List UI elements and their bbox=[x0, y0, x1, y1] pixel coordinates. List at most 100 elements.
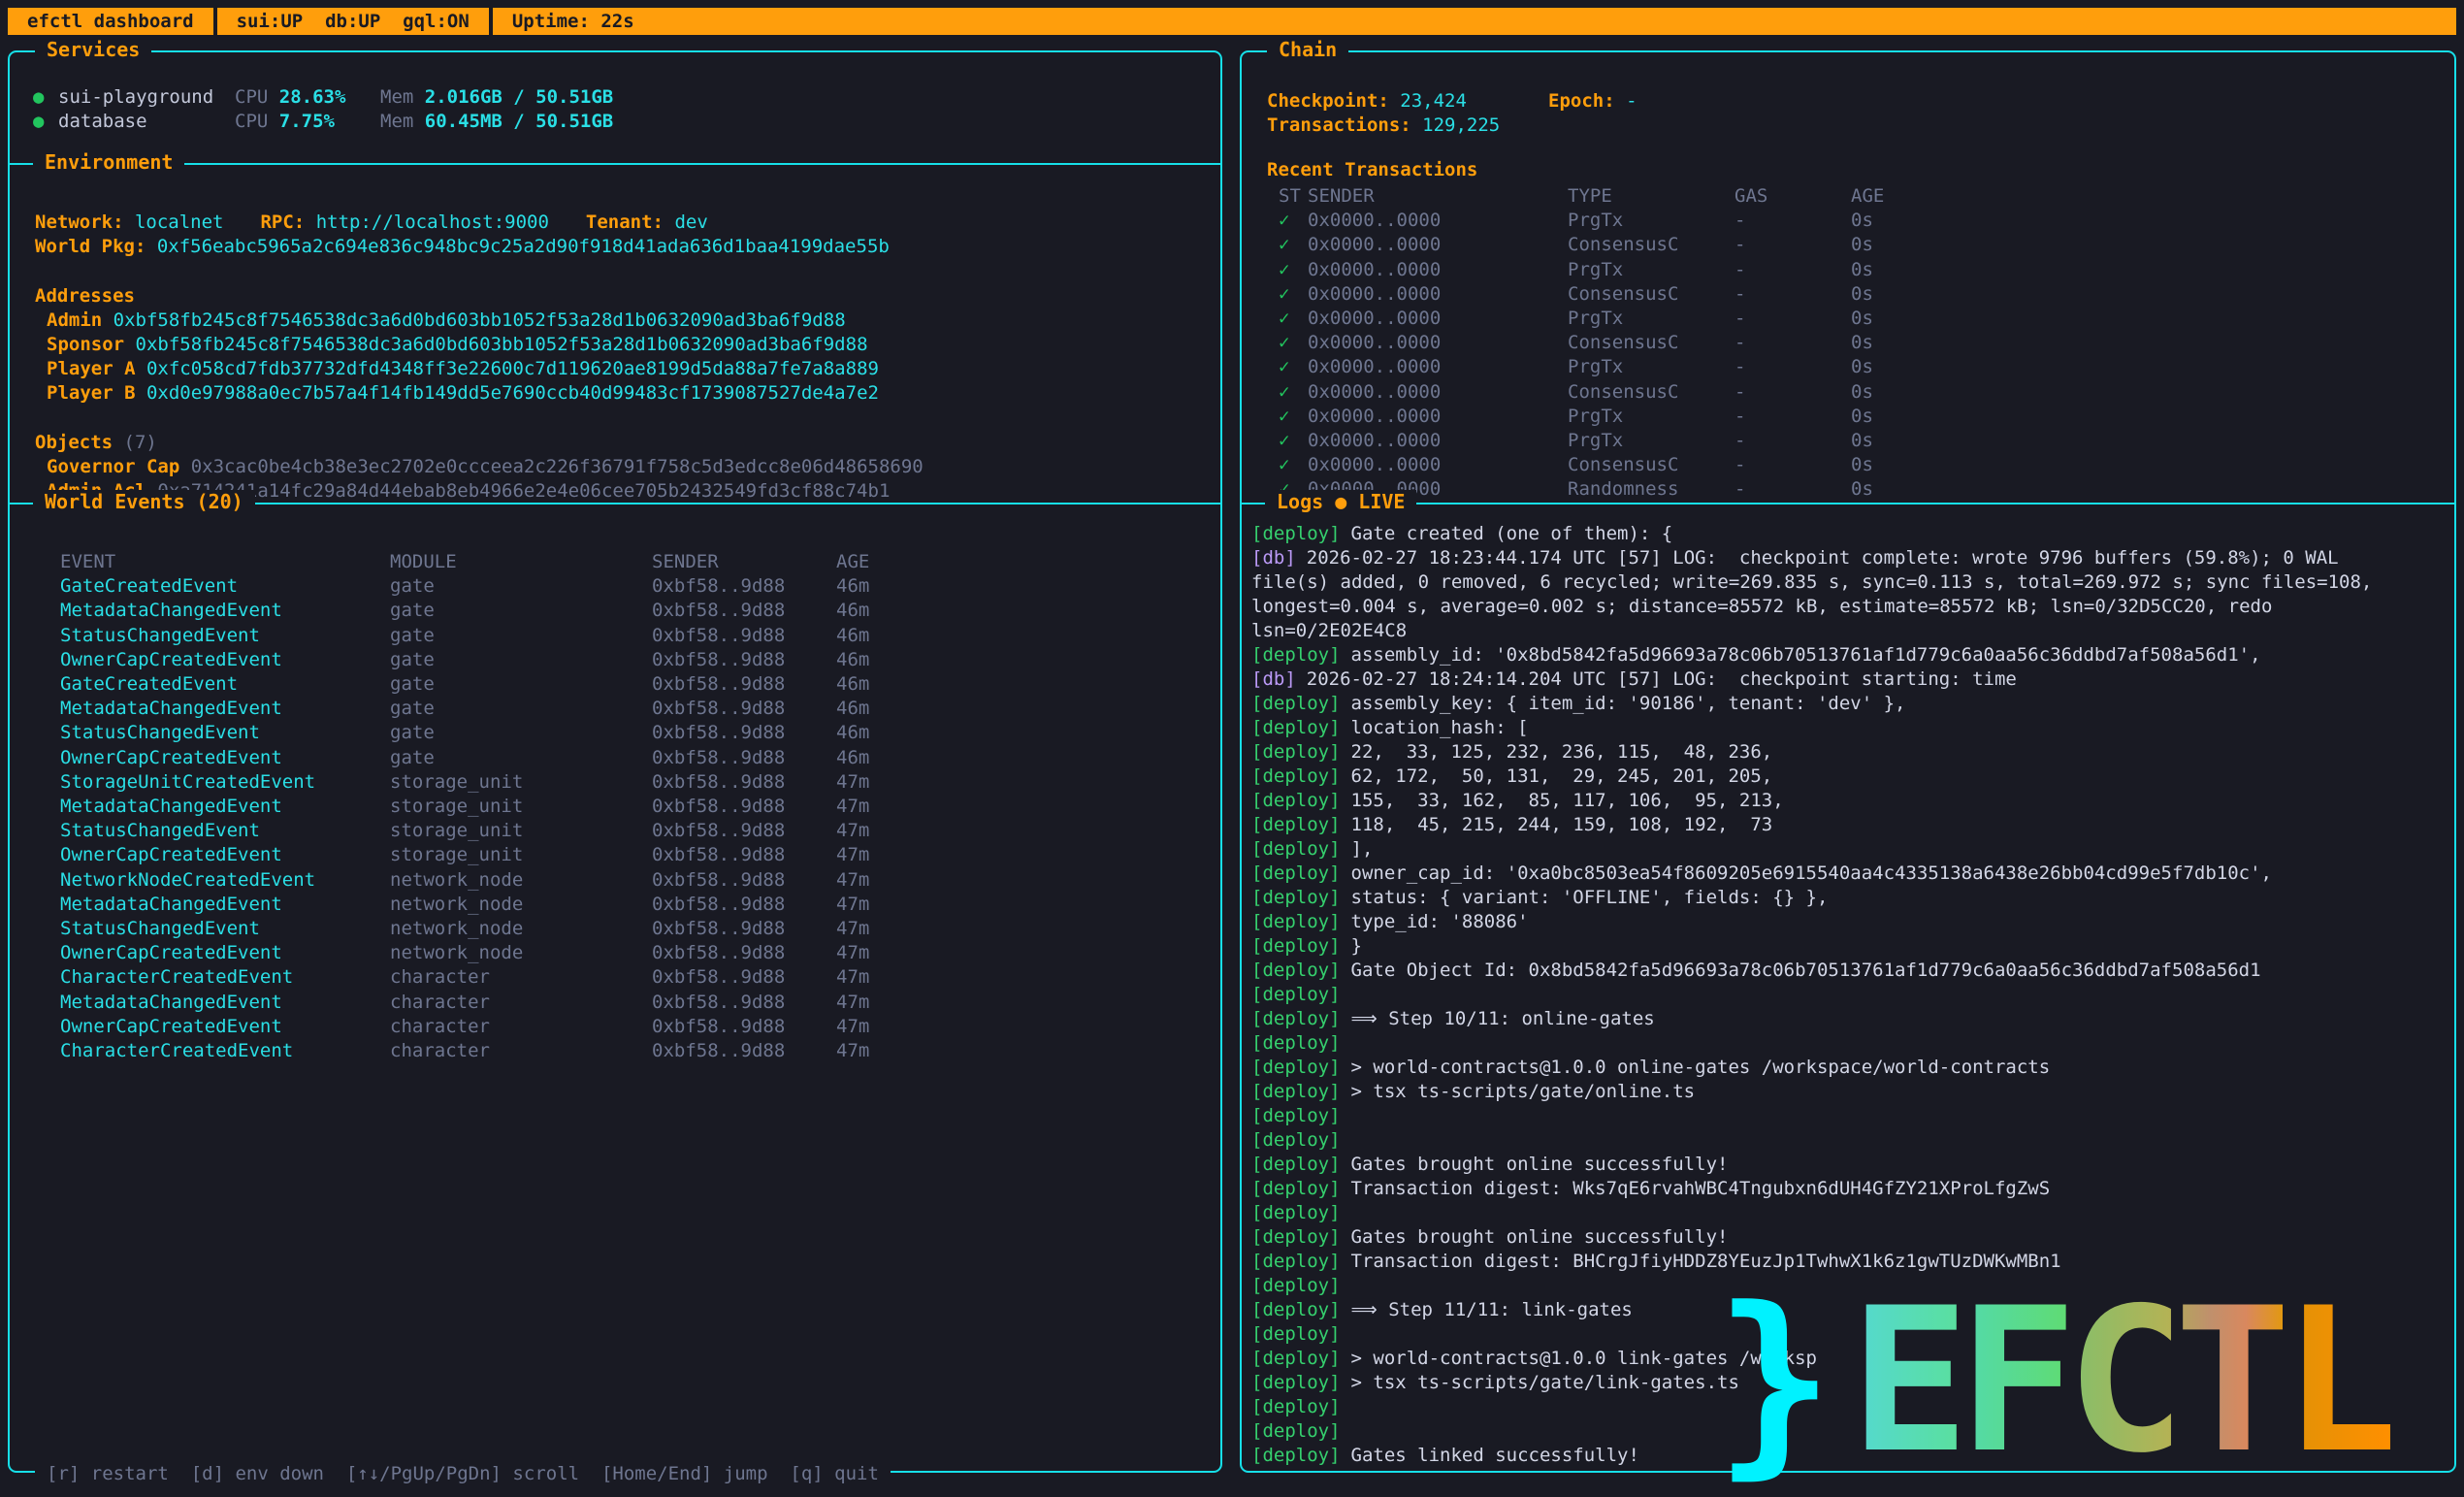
event-sender: 0xbf58..9d88 bbox=[652, 1039, 836, 1063]
log-tag: [deploy] bbox=[1251, 1154, 1341, 1175]
event-age: 46m bbox=[836, 721, 1220, 745]
addresses-title: Addresses bbox=[35, 284, 924, 309]
event-sender: 0xbf58..9d88 bbox=[652, 770, 836, 795]
event-sender: 0xbf58..9d88 bbox=[652, 843, 836, 867]
service-status-dot-icon: ● bbox=[33, 110, 58, 134]
log-tag: [deploy] bbox=[1251, 1129, 1341, 1151]
section-title-services: Services bbox=[35, 38, 151, 61]
transaction-row: ✓0x0000..0000PrgTx-0s bbox=[1242, 209, 2454, 233]
service-row: ●sui-playgroundCPU 28.63%Mem 2.016GB / 5… bbox=[33, 85, 613, 110]
log-text: Transaction digest: Wks7qE6rvahWBC4Tngub… bbox=[1351, 1178, 2051, 1199]
tx-age: 0s bbox=[1851, 453, 2454, 477]
transaction-row: ✓0x0000..0000ConsensusC-0s bbox=[1242, 331, 2454, 355]
event-age: 47m bbox=[836, 819, 1220, 843]
tx-type: PrgTx bbox=[1568, 355, 1735, 379]
service-cpu: CPU 28.63% bbox=[235, 85, 380, 110]
log-tag: [deploy] bbox=[1251, 1348, 1341, 1369]
log-text: > tsx ts-scripts/gate/link-gates.ts bbox=[1351, 1372, 1739, 1393]
section-title-chain: Chain bbox=[1267, 38, 1348, 61]
world-event-row: CharacterCreatedEventcharacter0xbf58..9d… bbox=[10, 1039, 1220, 1063]
transactions-label: Transactions: bbox=[1267, 114, 1411, 136]
event-sender: 0xbf58..9d88 bbox=[652, 672, 836, 697]
log-line: [deploy]], bbox=[1251, 837, 2448, 862]
event-name: StatusChangedEvent bbox=[60, 624, 390, 648]
log-tag: [deploy] bbox=[1251, 693, 1341, 714]
log-text: 22, 33, 125, 232, 236, 115, 48, 236, bbox=[1351, 741, 1773, 763]
world-events-rows: GateCreatedEventgate0xbf58..9d8846m Meta… bbox=[10, 574, 1220, 1063]
transactions-value: 129,225 bbox=[1422, 114, 1500, 136]
log-line: [deploy] bbox=[1251, 1031, 2448, 1056]
recent-transactions-header: ST SENDER TYPE GAS AGE bbox=[1242, 184, 2454, 209]
event-name: CharacterCreatedEvent bbox=[60, 965, 390, 990]
world-event-row: OwnerCapCreatedEventgate0xbf58..9d8846m bbox=[10, 648, 1220, 672]
event-age: 47m bbox=[836, 795, 1220, 819]
log-tag: [deploy] bbox=[1251, 1032, 1341, 1054]
service-status-summary: sui:UP db:UP gql:ON bbox=[217, 8, 493, 35]
event-module: character bbox=[390, 1039, 652, 1063]
log-text: location_hash: [ bbox=[1351, 717, 1529, 738]
event-sender: 0xbf58..9d88 bbox=[652, 624, 836, 648]
object-id: 0xa714241a14fc29a84d44ebab8eb4966e2e4e06… bbox=[157, 480, 890, 502]
log-tag: [deploy] bbox=[1251, 717, 1341, 738]
event-module: storage_unit bbox=[390, 770, 652, 795]
world-event-row: StatusChangedEventstorage_unit0xbf58..9d… bbox=[10, 819, 1220, 843]
network-label: Network: bbox=[35, 212, 124, 233]
tx-type: PrgTx bbox=[1568, 429, 1735, 453]
log-tag: [deploy] bbox=[1251, 984, 1341, 1005]
log-tag: [deploy] bbox=[1251, 1178, 1341, 1199]
world-event-row: OwnerCapCreatedEventnetwork_node0xbf58..… bbox=[10, 941, 1220, 965]
tx-gas: - bbox=[1735, 233, 1851, 257]
event-module: character bbox=[390, 965, 652, 990]
tx-status-check-icon: ✓ bbox=[1271, 453, 1308, 477]
world-event-row: OwnerCapCreatedEventstorage_unit0xbf58..… bbox=[10, 843, 1220, 867]
address-label: Sponsor bbox=[47, 334, 124, 355]
tx-sender: 0x0000..0000 bbox=[1308, 429, 1568, 453]
event-age: 47m bbox=[836, 991, 1220, 1015]
log-tag: [deploy] bbox=[1251, 887, 1341, 908]
world-events-table[interactable]: EVENT MODULE SENDER AGE GateCreatedEvent… bbox=[10, 550, 1220, 1063]
tx-age: 0s bbox=[1851, 233, 2454, 257]
event-name: MetadataChangedEvent bbox=[60, 893, 390, 917]
world-event-row: MetadataChangedEventcharacter0xbf58..9d8… bbox=[10, 991, 1220, 1015]
log-tag: [deploy] bbox=[1251, 1445, 1341, 1466]
section-title-environment: Environment bbox=[33, 150, 184, 174]
world-pkg-row: World Pkg: 0xf56eabc5965a2c694e836c948bc… bbox=[35, 235, 924, 259]
address-value: 0xfc058cd7fdb37732dfd4348ff3e22600c7d119… bbox=[146, 358, 879, 379]
col-st: ST bbox=[1271, 184, 1308, 209]
tx-gas: - bbox=[1735, 307, 1851, 331]
object-id: 0x3cac0be4cb38e3ec2702e0ccceea2c226f3679… bbox=[191, 456, 924, 477]
col-age: AGE bbox=[836, 550, 1220, 574]
service-mem: Mem 60.45MB / 50.51GB bbox=[380, 110, 613, 134]
event-module: gate bbox=[390, 624, 652, 648]
chain-stats: Checkpoint: 23,424Epoch: - Transactions:… bbox=[1267, 89, 1637, 138]
log-line: [deploy]Gate created (one of them): { bbox=[1251, 522, 2448, 546]
tx-status-check-icon: ✓ bbox=[1271, 380, 1308, 405]
log-tag: [deploy] bbox=[1251, 935, 1341, 957]
log-tag: [deploy] bbox=[1251, 1057, 1341, 1078]
tx-gas: - bbox=[1735, 282, 1851, 307]
network-value: localnet bbox=[135, 212, 224, 233]
tx-age: 0s bbox=[1851, 477, 2454, 502]
efctl-logo: }EFCTL bbox=[1714, 1298, 2390, 1465]
transaction-row: ✓0x0000..0000Randomness-0s bbox=[1242, 477, 2454, 502]
event-age: 46m bbox=[836, 599, 1220, 623]
service-mem: Mem 2.016GB / 50.51GB bbox=[380, 85, 613, 110]
log-tag: [deploy] bbox=[1251, 1008, 1341, 1029]
log-tag: [deploy] bbox=[1251, 814, 1341, 835]
event-age: 47m bbox=[836, 1039, 1220, 1063]
environment-separator: Environment bbox=[8, 163, 1222, 165]
log-line: [deploy]118, 45, 215, 244, 159, 108, 192… bbox=[1251, 813, 2448, 837]
tx-type: PrgTx bbox=[1568, 307, 1735, 331]
epoch-value: - bbox=[1626, 90, 1637, 112]
world-pkg-value: 0xf56eabc5965a2c694e836c948bc9c25a2d90f9… bbox=[157, 236, 890, 257]
top-status-bar: efctl dashboard sui:UP db:UP gql:ON Upti… bbox=[8, 8, 2456, 35]
logs-separator: Logs ● LIVE bbox=[1240, 503, 2456, 504]
tx-type: Randomness bbox=[1568, 477, 1735, 502]
log-line: [deploy]type_id: '88086' bbox=[1251, 910, 2448, 934]
log-tag: [deploy] bbox=[1251, 960, 1341, 981]
world-events-separator: World Events (20) bbox=[8, 503, 1222, 504]
recent-transactions-table: ST SENDER TYPE GAS AGE ✓0x0000..0000PrgT… bbox=[1242, 184, 2454, 503]
log-tag: [deploy] bbox=[1251, 790, 1341, 811]
checkpoint-value: 23,424 bbox=[1400, 90, 1467, 112]
event-sender: 0xbf58..9d88 bbox=[652, 721, 836, 745]
